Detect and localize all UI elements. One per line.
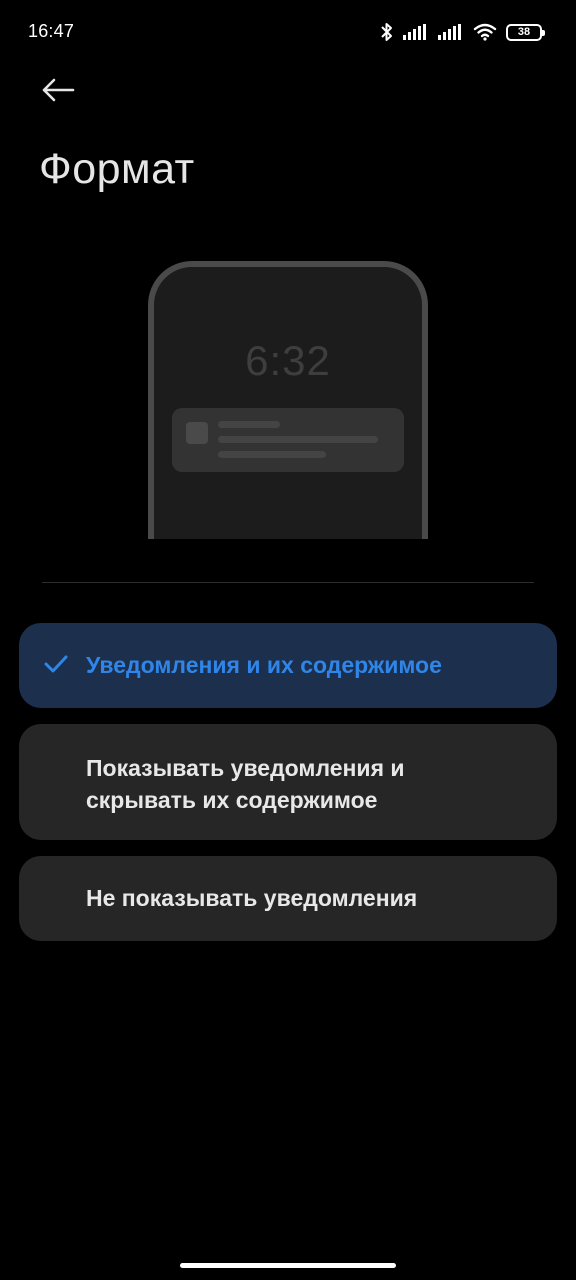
option-hide-notifications[interactable]: Не показывать уведомления — [19, 856, 557, 941]
option-label: Уведомления и их содержимое — [86, 652, 442, 678]
battery-icon: 38 — [506, 23, 545, 41]
signal-icon — [438, 24, 464, 40]
preview-line — [218, 436, 378, 443]
option-hide-content[interactable]: Показывать уведомления и скрывать их сод… — [19, 724, 557, 840]
preview-app-icon — [186, 422, 208, 444]
option-label: Показывать уведомления и скрывать их сод… — [86, 755, 405, 813]
preview-notification-card — [172, 408, 404, 472]
preview-line — [218, 451, 326, 458]
phone-frame: 6:32 — [148, 261, 428, 539]
lockscreen-preview: 6:32 — [148, 261, 428, 539]
back-button[interactable] — [36, 74, 80, 110]
preview-line — [218, 421, 280, 428]
wifi-icon — [473, 23, 497, 41]
arrow-left-icon — [41, 78, 75, 107]
status-time: 16:47 — [28, 21, 75, 41]
option-show-content[interactable]: Уведомления и их содержимое — [19, 623, 557, 708]
home-indicator[interactable] — [180, 1263, 396, 1268]
preview-clock: 6:32 — [245, 337, 331, 384]
bluetooth-icon — [380, 22, 394, 42]
page-title: Формат — [39, 145, 195, 193]
checkmark-icon — [44, 654, 68, 679]
option-label: Не показывать уведомления — [86, 885, 418, 911]
battery-level: 38 — [517, 25, 531, 38]
signal-icon — [403, 24, 429, 40]
divider — [42, 582, 534, 583]
status-bar: 16:47 38 — [0, 0, 576, 64]
status-icons: 38 — [380, 20, 545, 44]
